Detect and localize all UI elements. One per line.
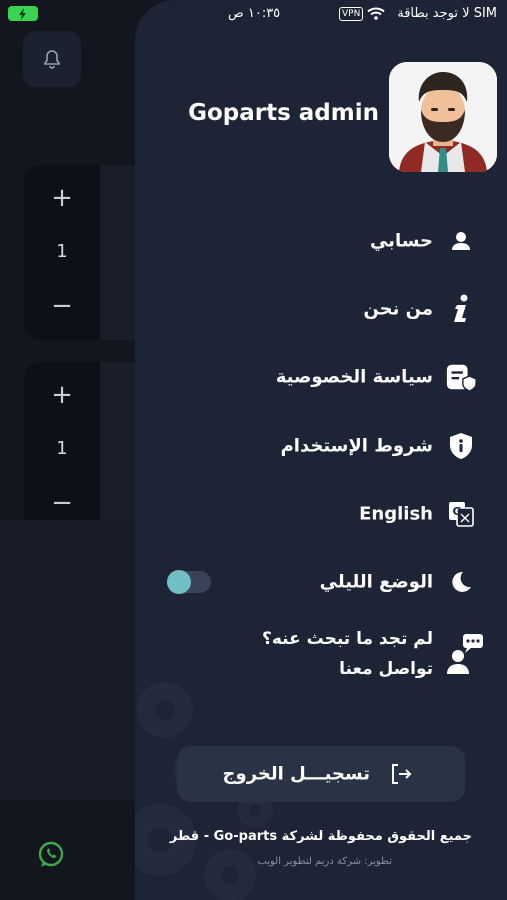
wifi-icon [367,7,385,20]
carrier-text: لا توجد بطاقة SIM [397,6,497,21]
support-chat-icon [447,634,483,674]
menu-item-language[interactable]: English G [165,492,485,536]
menu-item-night-mode[interactable]: الوضع الليلي [165,560,485,604]
quantity-value: 1 [56,438,68,459]
decrease-quantity-button[interactable]: − [24,490,100,516]
bell-icon [44,50,60,69]
quantity-value: 1 [56,241,68,262]
logout-button[interactable]: تسجيـــل الخروج [177,746,465,802]
info-icon [445,293,477,325]
svg-text:G: G [452,505,461,518]
decrease-quantity-button[interactable]: − [24,293,100,319]
menu-item-label: من نحن [363,298,433,320]
notification-button[interactable] [23,31,81,87]
logout-label: تسجيـــل الخروج [222,763,370,785]
menu-item-privacy-policy[interactable]: سياسة الخصوصية [165,355,485,399]
side-drawer: Goparts admin حسابي من نحن سياسة الخصوصي… [135,0,507,900]
menu-item-label: الوضع الليلي [319,571,433,593]
person-icon [445,225,477,257]
contact-us-line1: لم تجد ما تبحث عنه؟ [261,629,433,649]
battery-charging-icon [8,6,38,21]
contact-us-link[interactable]: لم تجد ما تبحث عنه؟ تواصل معنا [195,624,485,684]
menu-item-terms-of-use[interactable]: شروط الإستخدام [165,424,485,468]
avatar[interactable] [389,62,497,172]
shield-info-icon [445,430,477,462]
menu-item-label: سياسة الخصوصية [275,366,433,388]
night-mode-toggle[interactable] [167,570,211,594]
status-bar: ١٠:٣٥ ص VPN لا توجد بطاقة SIM [0,0,507,30]
whatsapp-icon[interactable] [36,840,66,870]
toggle-knob [167,570,191,594]
menu-item-label: English [359,503,433,525]
developer-credit[interactable]: تطوير: شركة دريم لتطوير الويب [257,856,392,867]
privacy-policy-icon [445,361,477,393]
clock: ١٠:٣٥ ص [228,6,281,21]
contact-us-label: لم تجد ما تبحث عنه؟ تواصل معنا [262,624,433,684]
profile-name: Goparts admin [188,100,379,126]
logout-icon [392,764,412,784]
menu-item-label: حسابي [369,230,433,252]
menu-item-my-account[interactable]: حسابي [165,219,485,263]
moon-icon [445,566,477,598]
increase-quantity-button[interactable]: + [24,185,100,211]
translate-icon: G [445,498,477,530]
menu-item-label: شروط الإستخدام [280,435,433,457]
avatar-image [389,62,497,172]
menu-item-about-us[interactable]: من نحن [165,287,485,331]
copyright-text: جميع الحقوق محفوظة لشركة Go-parts - قطر [169,829,472,844]
contact-us-line2: تواصل معنا [339,659,433,679]
vpn-badge: VPN [339,7,364,21]
increase-quantity-button[interactable]: + [24,382,100,408]
